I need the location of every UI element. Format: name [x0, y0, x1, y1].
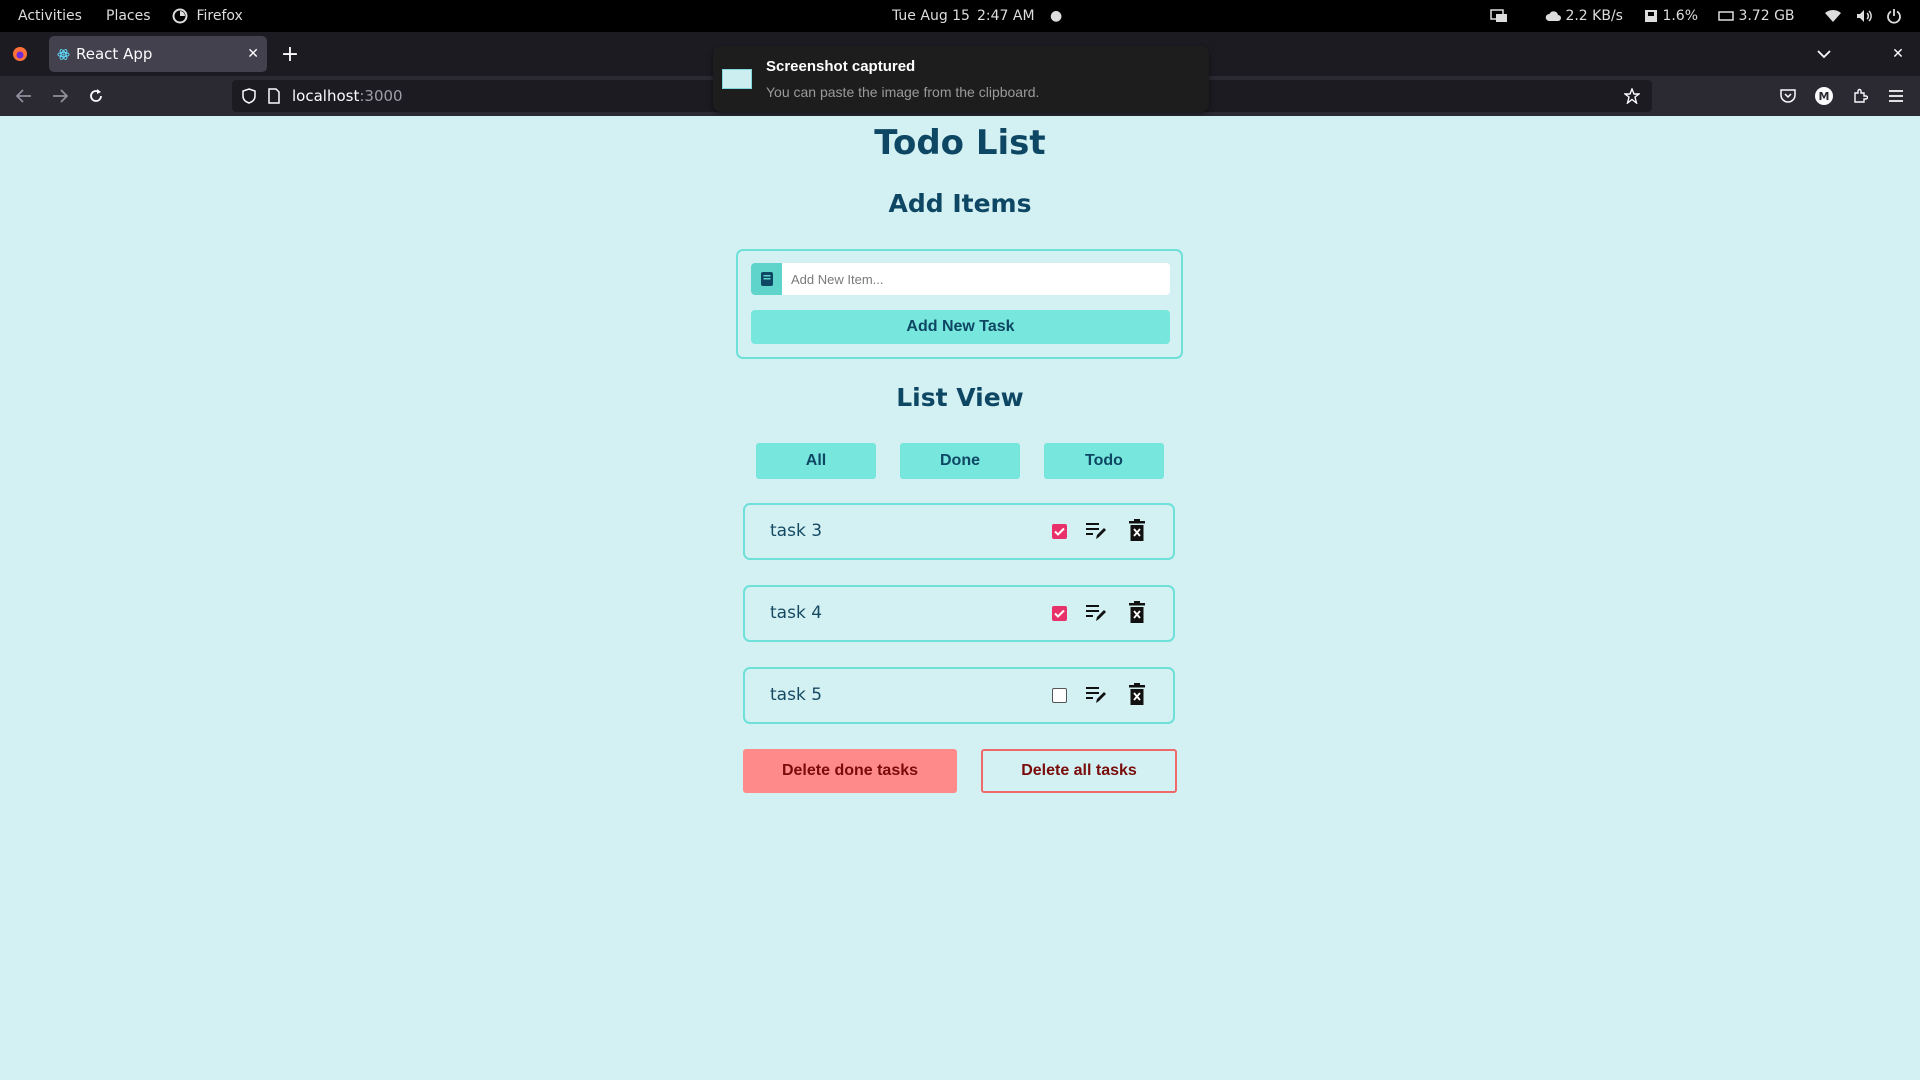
bookmark-star-icon[interactable]: [1624, 88, 1640, 104]
firefox-icon: [172, 8, 188, 24]
cpu-usage: 1.6%: [1644, 0, 1698, 32]
memory-usage: 3.72 GB: [1718, 0, 1795, 32]
wifi-icon[interactable]: [1824, 0, 1842, 32]
new-tab-icon[interactable]: +: [278, 42, 302, 67]
add-new-task-button[interactable]: Add New Task: [751, 310, 1170, 344]
check-icon: [1054, 609, 1065, 618]
new-item-input-group: [751, 263, 1170, 295]
forward-icon[interactable]: [48, 84, 72, 108]
tab-close-icon[interactable]: ✕: [247, 36, 259, 72]
task-checkbox-checked[interactable]: [1052, 524, 1067, 539]
filter-done-button[interactable]: Done: [900, 443, 1020, 479]
delete-icon[interactable]: [1129, 519, 1145, 541]
notification-dot-icon: ●: [1050, 8, 1063, 24]
page-title: Todo List: [874, 123, 1046, 163]
url-text: localhost:3000: [292, 87, 403, 105]
clock-time[interactable]: 2:47 AM: [977, 0, 1035, 32]
book-icon: [751, 263, 782, 295]
filter-todo-button[interactable]: Todo: [1044, 443, 1164, 479]
delete-icon[interactable]: [1129, 683, 1145, 705]
task-checkbox-checked[interactable]: [1052, 606, 1067, 621]
shield-icon[interactable]: [242, 88, 256, 104]
task-item: task 4: [743, 585, 1175, 642]
activities-button[interactable]: Activities: [18, 0, 82, 32]
system-top-bar: Activities Places Firefox Tue Aug 15 2:4…: [0, 0, 1920, 32]
disk-icon: [1645, 10, 1657, 22]
screenshot-notification[interactable]: Screenshot captured You can paste the im…: [713, 46, 1209, 112]
todo-app: Todo List Add Items Add New Task List Vi…: [0, 116, 1920, 1080]
check-icon: [1054, 527, 1065, 536]
add-items-heading: Add Items: [888, 189, 1032, 218]
memory-icon: [1718, 11, 1734, 21]
delete-all-tasks-button[interactable]: Delete all tasks: [981, 749, 1177, 793]
clock-date[interactable]: Tue Aug 15: [892, 0, 970, 32]
task-item: task 5: [743, 667, 1175, 724]
firefox-app-label: Firefox: [196, 8, 243, 24]
list-view-heading: List View: [896, 383, 1024, 412]
system-monitor-icon: [1490, 0, 1508, 32]
cloud-icon: [1545, 11, 1561, 21]
places-menu[interactable]: Places: [106, 0, 151, 32]
delete-icon[interactable]: [1129, 601, 1145, 623]
screenshot-thumbnail: [722, 69, 752, 89]
filter-all-button[interactable]: All: [756, 443, 876, 479]
firefox-view-icon[interactable]: [8, 42, 32, 66]
back-icon[interactable]: [12, 84, 36, 108]
task-checkbox-unchecked[interactable]: [1052, 688, 1067, 703]
hamburger-menu-icon[interactable]: [1884, 84, 1908, 108]
extensions-icon[interactable]: [1848, 84, 1872, 108]
notification-body: You can paste the image from the clipboa…: [766, 84, 1040, 100]
list-all-tabs-icon[interactable]: [1812, 42, 1836, 66]
tab-react-app[interactable]: React App ✕: [49, 36, 267, 72]
network-speed: 2.2 KB/s: [1545, 0, 1623, 32]
account-avatar-icon[interactable]: M: [1812, 84, 1836, 108]
volume-icon[interactable]: [1856, 0, 1874, 32]
page-icon[interactable]: [268, 88, 280, 104]
edit-icon[interactable]: [1085, 685, 1107, 705]
task-item: task 3: [743, 503, 1175, 560]
edit-icon[interactable]: [1085, 603, 1107, 623]
task-name: task 4: [770, 603, 823, 623]
reload-icon[interactable]: [84, 84, 108, 108]
power-icon[interactable]: [1886, 0, 1902, 32]
add-item-form: Add New Task: [736, 249, 1183, 359]
task-name: task 5: [770, 685, 823, 705]
edit-icon[interactable]: [1085, 521, 1107, 541]
close-window-icon[interactable]: ✕: [1886, 42, 1910, 66]
task-name: task 3: [770, 521, 823, 541]
notification-title: Screenshot captured: [766, 58, 916, 75]
pocket-icon[interactable]: [1776, 84, 1800, 108]
new-item-input[interactable]: [782, 263, 1170, 295]
firefox-app-menu[interactable]: Firefox: [172, 0, 243, 32]
delete-done-tasks-button[interactable]: Delete done tasks: [743, 749, 957, 793]
react-icon: [57, 49, 70, 60]
tab-title: React App: [76, 45, 153, 63]
svg-text:M: M: [1819, 90, 1830, 103]
